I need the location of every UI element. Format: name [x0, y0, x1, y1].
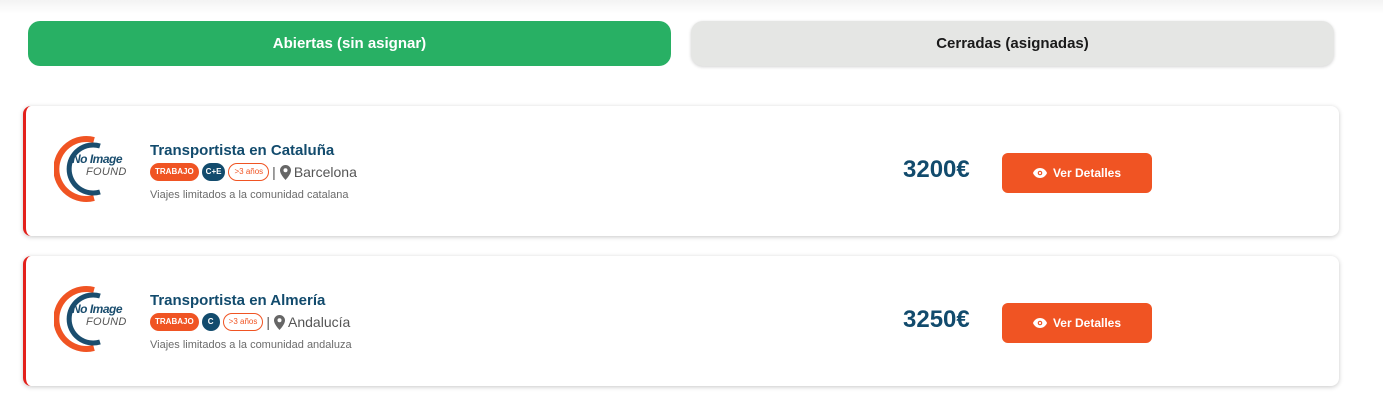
job-description: Viajes limitados a la comunidad andaluza	[150, 339, 352, 351]
tab-label: Cerradas (asignadas)	[936, 35, 1089, 52]
job-tags: TRABAJO C+E >3 años | Barcelona	[150, 163, 357, 181]
job-card: No Image FOUND Transportista en Almería …	[23, 256, 1339, 386]
tag-type-badge: TRABAJO	[150, 313, 199, 331]
map-pin-icon	[279, 164, 291, 180]
ver-detalles-button[interactable]: Ver Detalles	[1002, 303, 1152, 343]
job-tags: TRABAJO C >3 años | Andalucía	[150, 313, 352, 331]
ver-detalles-button[interactable]: Ver Detalles	[1002, 153, 1152, 193]
job-info: Transportista en Almería TRABAJO C >3 añ…	[150, 292, 352, 351]
job-price: 3250€	[903, 306, 970, 333]
experience-badge: >3 años	[222, 313, 264, 331]
logo-text: No Image FOUND	[72, 302, 127, 329]
job-location: Andalucía	[288, 314, 351, 330]
eye-icon	[1032, 168, 1047, 178]
job-price: 3200€	[903, 156, 970, 183]
job-card: No Image FOUND Transportista en Cataluña…	[23, 106, 1339, 236]
separator: |	[272, 164, 276, 180]
button-label: Ver Detalles	[1052, 316, 1122, 330]
logo-text: No Image FOUND	[72, 152, 127, 179]
tab-cerradas[interactable]: Cerradas (asignadas)	[691, 21, 1334, 66]
tab-abiertas[interactable]: Abiertas (sin asignar)	[28, 21, 671, 66]
job-description: Viajes limitados a la comunidad catalana	[150, 189, 349, 201]
experience-badge: >3 años	[228, 163, 270, 181]
job-info: Transportista en Cataluña TRABAJO C+E >3…	[150, 142, 357, 201]
job-title: Transportista en Cataluña	[150, 142, 335, 159]
license-badge: C+E	[201, 163, 226, 181]
eye-icon	[1032, 318, 1047, 328]
top-fade	[0, 0, 1383, 14]
tab-label: Abiertas (sin asignar)	[272, 35, 427, 52]
job-title: Transportista en Almería	[150, 292, 326, 309]
separator: |	[266, 314, 271, 330]
tag-type-badge: TRABAJO	[150, 163, 199, 181]
button-label: Ver Detalles	[1052, 166, 1122, 180]
job-location: Barcelona	[293, 164, 357, 180]
map-pin-icon	[274, 314, 286, 330]
license-badge: C	[201, 313, 220, 331]
